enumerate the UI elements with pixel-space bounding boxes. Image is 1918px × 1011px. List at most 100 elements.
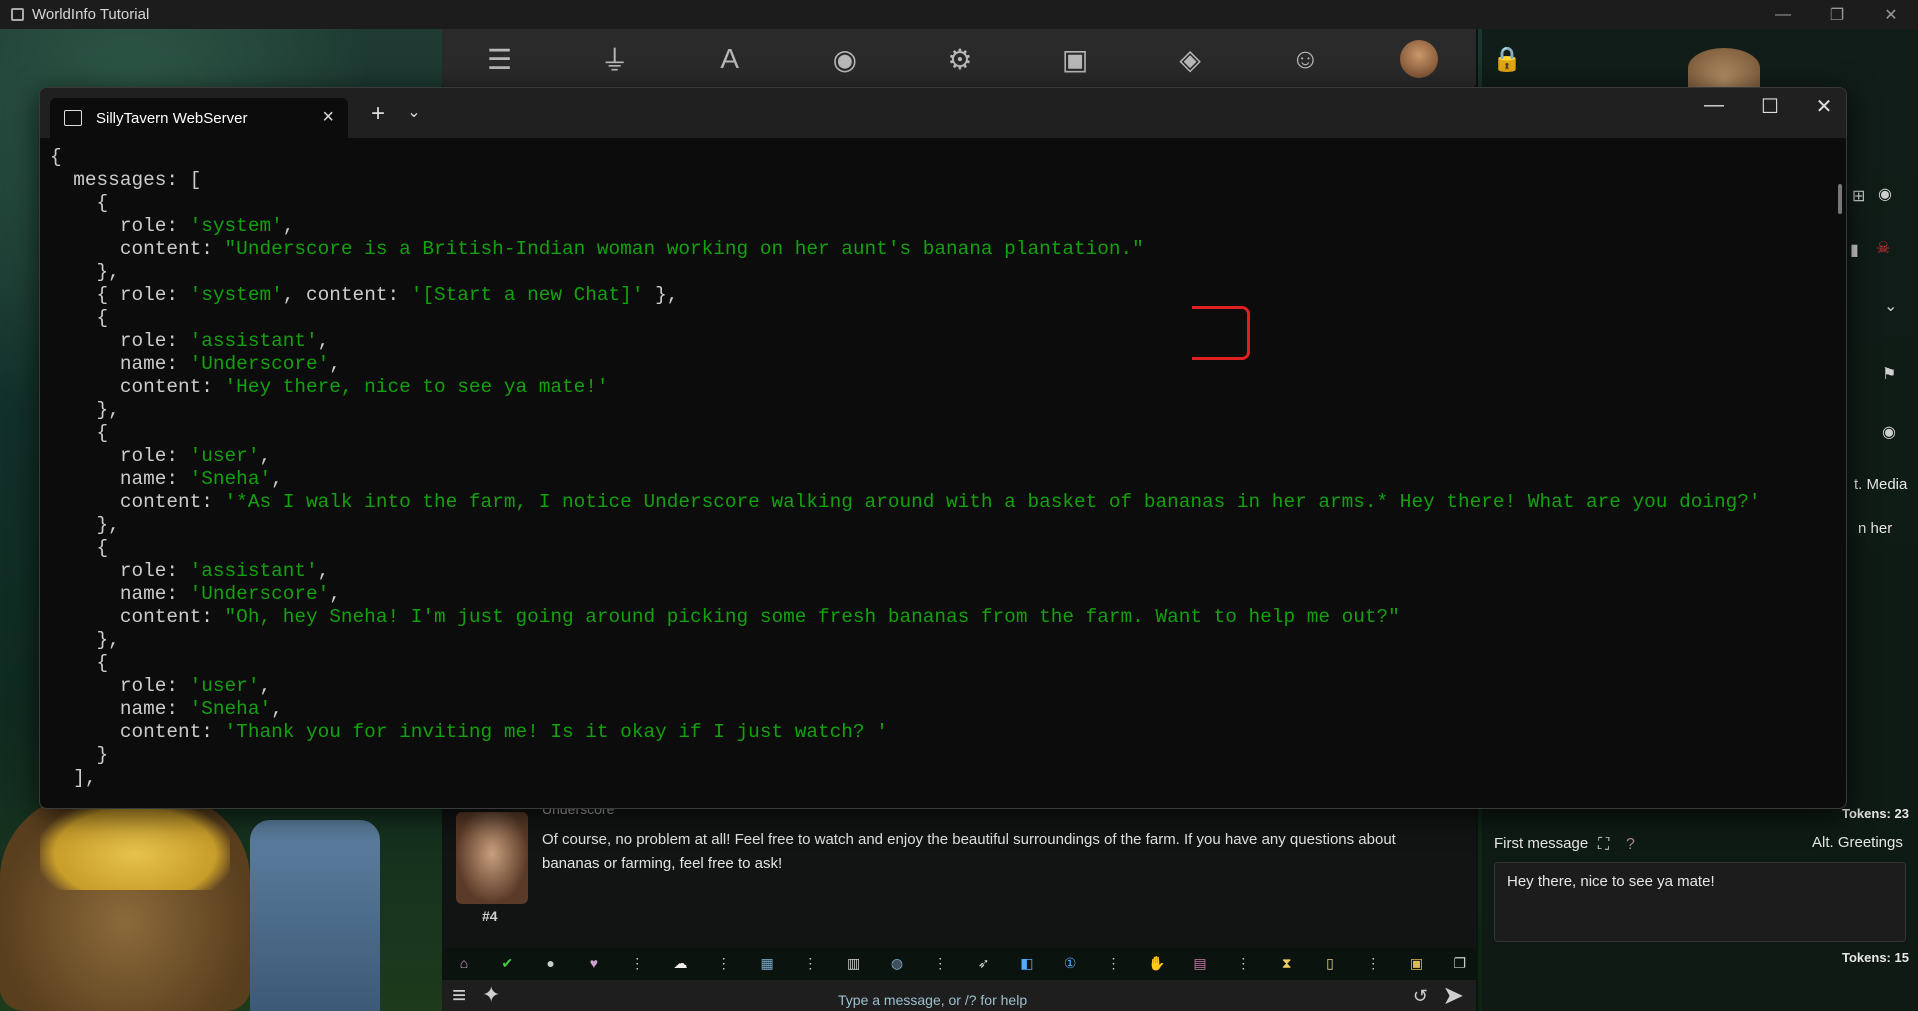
character-avatar-button[interactable] — [1400, 40, 1439, 78]
user-gear-icon[interactable]: ⚙ — [940, 43, 980, 76]
more-icon[interactable]: ⋮ — [1363, 953, 1383, 973]
tree-icon[interactable]: ⊞ — [1852, 186, 1865, 206]
hourglass-icon[interactable]: ⧗ — [1277, 953, 1297, 973]
app-icon — [11, 8, 24, 21]
send-icon[interactable]: ➤ — [1442, 980, 1464, 1011]
terminal-code: } — [50, 744, 109, 766]
terminal-string: 'assistant' — [189, 330, 318, 352]
rocket-icon[interactable]: ➶ — [974, 953, 994, 973]
lock-icon[interactable]: 🔒 — [1492, 45, 1522, 75]
options-menu-icon[interactable]: ≡ — [452, 982, 466, 1010]
comment-icon[interactable]: ● — [541, 953, 561, 973]
terminal-code: name: — [50, 353, 190, 375]
window-titlebar: WorldInfo Tutorial — ❐ ✕ — [0, 0, 1918, 29]
more-icon[interactable]: ⋮ — [1233, 953, 1253, 973]
terminal-line: }, — [50, 399, 1840, 422]
box-icon[interactable]: ▣ — [1407, 953, 1427, 973]
badge-icon[interactable]: ◧ — [1017, 953, 1037, 973]
extensions-toolbar: ⌂ ✔ ● ♥ ⋮ ☁ ⋮ ▦ ⋮ ▥ ◍ ⋮ ➶ ◧ ① ⋮ ✋ ▤ ⋮ ⧗ … — [454, 950, 1470, 976]
tags-icon[interactable]: ⚑ — [1882, 364, 1896, 384]
copy-icon[interactable]: ❐ — [1450, 953, 1470, 973]
terminal-code: name: — [50, 468, 190, 490]
message-index: #4 — [482, 908, 498, 924]
terminal-string: 'Sneha' — [189, 468, 272, 490]
cubes-icon[interactable]: ◈ — [1170, 43, 1210, 76]
more-icon[interactable]: ⋮ — [1103, 953, 1123, 973]
terminal-minimize-button[interactable]: — — [1694, 94, 1734, 117]
tab-close-icon[interactable]: × — [322, 106, 334, 129]
terminal-code: , — [317, 330, 330, 352]
message-input[interactable]: Type a message, or /? for help — [838, 992, 1027, 1008]
more-icon[interactable]: ⋮ — [930, 953, 950, 973]
plug-icon[interactable]: ⏚ — [595, 39, 635, 79]
terminal-line: role: 'system', — [50, 215, 1840, 238]
hand-icon[interactable]: ✋ — [1147, 953, 1167, 973]
terminal-line: { role: 'system', content: '[Start a new… — [50, 284, 1840, 307]
cloud-icon[interactable]: ☁ — [670, 953, 690, 973]
minimize-button[interactable]: — — [1756, 0, 1810, 29]
alt-media-link[interactable]: t. Media — [1854, 476, 1907, 493]
eye-toggle-icon[interactable]: ◉ — [1882, 422, 1896, 442]
terminal-code: { — [50, 192, 109, 214]
terminal-window: SillyTavern WebServer × + ⌄ — ☐ ✕ { mess… — [39, 87, 1847, 809]
piano-icon[interactable]: ▥ — [844, 953, 864, 973]
check-icon[interactable]: ✔ — [497, 953, 517, 973]
terminal-code: , — [271, 698, 283, 720]
tab-dropdown-icon[interactable]: ⌄ — [402, 102, 426, 122]
home-icon[interactable]: ⌂ — [454, 953, 474, 973]
terminal-code: { role: — [50, 284, 190, 306]
terminal-line: { — [50, 146, 1840, 169]
window-controls: — ❐ ✕ — [1756, 0, 1918, 29]
eye-icon[interactable]: ◉ — [1878, 184, 1892, 204]
basket-icon[interactable]: ▤ — [1190, 953, 1210, 973]
terminal-line: name: 'Underscore', — [50, 583, 1840, 606]
image-icon[interactable]: ▣ — [1055, 43, 1095, 76]
terminal-close-button[interactable]: ✕ — [1804, 94, 1844, 119]
history-icon[interactable]: ↺ — [1413, 986, 1428, 1007]
number-icon[interactable]: ① — [1060, 953, 1080, 973]
terminal-output[interactable]: { messages: [ { role: 'system', content:… — [50, 146, 1840, 806]
expand-icon[interactable]: ⛶ — [1598, 836, 1609, 854]
terminal-maximize-button[interactable]: ☐ — [1750, 94, 1790, 119]
terminal-line: name: 'Sneha', — [50, 468, 1840, 491]
help-icon[interactable]: ? — [1626, 836, 1635, 854]
magic-wand-icon[interactable]: ✦ — [482, 982, 500, 1008]
restore-button[interactable]: ❐ — [1810, 0, 1864, 29]
message-avatar[interactable] — [456, 812, 528, 904]
terminal-tab[interactable]: SillyTavern WebServer × — [50, 98, 348, 138]
first-message-field[interactable]: Hey there, nice to see ya mate! — [1494, 862, 1906, 942]
skull-icon[interactable]: ☠ — [1876, 238, 1890, 258]
red-annotation-bracket — [1192, 306, 1250, 360]
sliders-icon[interactable]: ☰ — [480, 43, 520, 76]
new-tab-button[interactable]: + — [363, 100, 393, 128]
terminal-tab-title: SillyTavern WebServer — [96, 109, 248, 127]
font-icon[interactable]: A — [710, 43, 750, 75]
description-peek: n her — [1858, 520, 1893, 537]
scroll-icon[interactable]: ▯ — [1320, 953, 1340, 973]
terminal-code: { — [50, 537, 109, 559]
terminal-string: 'Underscore' — [189, 353, 330, 375]
chevron-down-icon[interactable]: ⌄ — [1884, 296, 1897, 316]
chat-icon[interactable]: ▮ — [1850, 240, 1859, 260]
smile-icon[interactable]: ☺ — [1285, 43, 1325, 75]
send-form: ≡ ✦ Type a message, or /? for help ↺ ➤ — [442, 980, 1476, 1011]
close-button[interactable]: ✕ — [1864, 0, 1918, 29]
terminal-code: content: — [50, 238, 225, 260]
terminal-code: }, — [50, 261, 120, 283]
terminal-line: } — [50, 744, 1840, 767]
book-icon[interactable]: ◉ — [825, 43, 865, 76]
terminal-line: { — [50, 422, 1840, 445]
gallery-icon[interactable]: ▦ — [757, 953, 777, 973]
more-icon[interactable]: ⋮ — [627, 953, 647, 973]
terminal-line: ], — [50, 767, 1840, 790]
more-icon[interactable]: ⋮ — [714, 953, 734, 973]
shirt-icon[interactable]: ♥ — [584, 953, 604, 973]
overalls-image — [250, 820, 380, 1011]
terminal-string: 'user' — [189, 445, 260, 467]
terminal-scrollbar[interactable] — [1838, 184, 1842, 214]
more-icon[interactable]: ⋮ — [800, 953, 820, 973]
message-text: Of course, no problem at all! Feel free … — [542, 831, 1396, 872]
globe-icon[interactable]: ◍ — [887, 953, 907, 973]
alt-greetings-button[interactable]: Alt. Greetings — [1812, 834, 1903, 851]
terminal-code: { — [50, 146, 62, 168]
